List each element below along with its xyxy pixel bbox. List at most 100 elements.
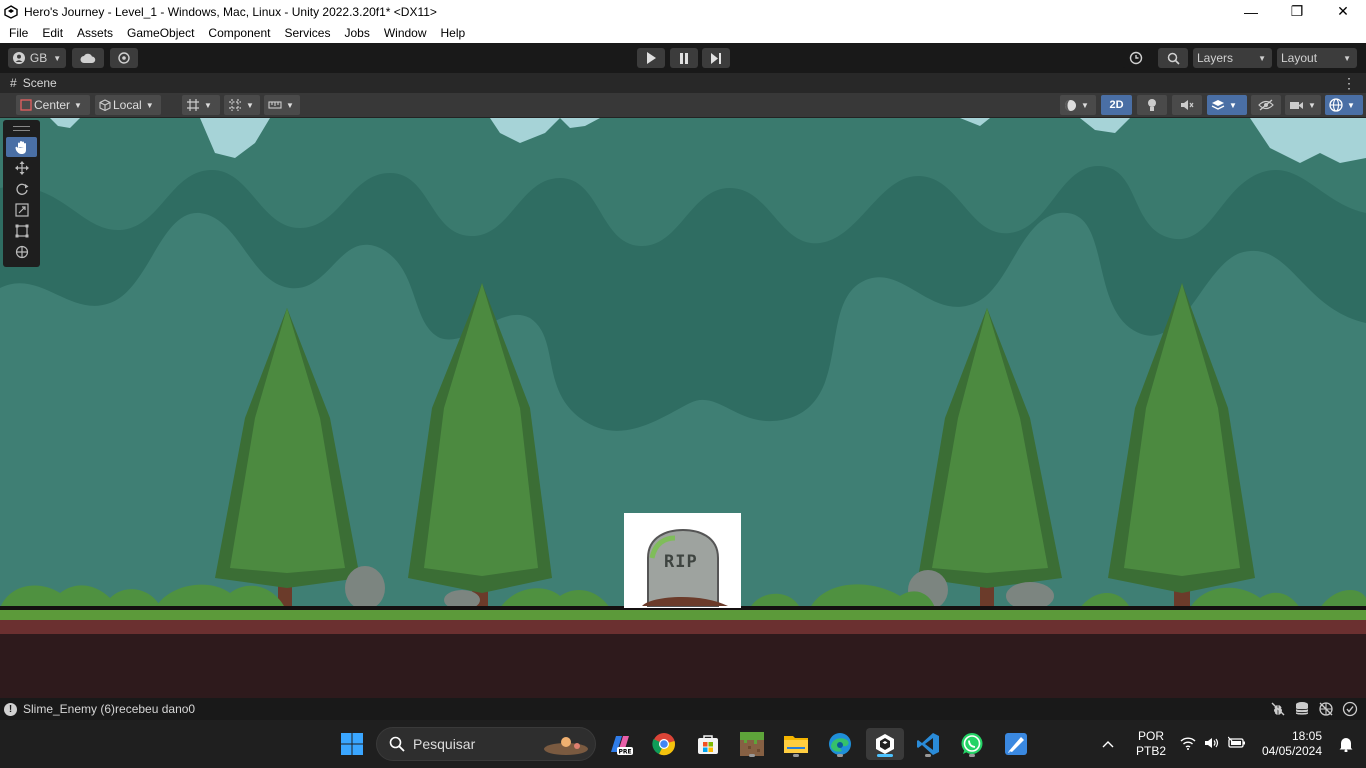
bug-icon[interactable]	[1270, 701, 1286, 717]
layers-label: Layers	[1197, 51, 1234, 65]
tombstone-text: RIP	[664, 552, 698, 572]
transform-tool-button[interactable]	[6, 242, 37, 262]
start-button[interactable]	[336, 728, 368, 760]
undo-history-button[interactable]	[1122, 48, 1150, 68]
speaker-muted-icon	[1181, 100, 1194, 110]
space-label: Local	[113, 98, 142, 112]
keyboard-layout: PTB2	[1136, 744, 1167, 758]
check-circle-icon[interactable]	[1342, 701, 1358, 717]
layers-dropdown[interactable]: Layers ▼	[1193, 48, 1272, 68]
menu-jobs[interactable]: Jobs	[337, 26, 376, 40]
taskbar-clock[interactable]: 18:05 04/05/2024	[1262, 729, 1322, 759]
account-dropdown[interactable]: GB ▼	[8, 48, 66, 68]
grid-snap-icon	[187, 99, 199, 111]
menu-window[interactable]: Window	[377, 26, 434, 40]
menu-component[interactable]: Component	[201, 26, 277, 40]
tray-overflow-button[interactable]	[1096, 728, 1120, 760]
taskbar-explorer-app[interactable]	[780, 728, 812, 760]
notifications-button[interactable]	[1332, 728, 1360, 760]
menu-gameobject[interactable]: GameObject	[120, 26, 201, 40]
pivot-icon	[20, 99, 32, 111]
taskbar-paint-app[interactable]	[1000, 728, 1032, 760]
menu-help[interactable]: Help	[434, 26, 473, 40]
menu-services[interactable]: Services	[277, 26, 337, 40]
space-dropdown[interactable]: Local ▼	[95, 95, 161, 115]
network-icon[interactable]	[1318, 701, 1334, 717]
pivot-dropdown[interactable]: Center ▼	[16, 95, 90, 115]
grid-snapping-button[interactable]: ▼	[182, 95, 220, 115]
grid-visibility-button[interactable]: ▼	[224, 95, 260, 115]
palette-grip[interactable]	[13, 126, 30, 131]
running-indicator	[793, 754, 799, 757]
minimize-button[interactable]: —	[1228, 0, 1274, 23]
scale-tool-button[interactable]	[6, 200, 37, 220]
active-app-indicator	[877, 754, 893, 757]
step-button[interactable]	[702, 48, 730, 68]
chevron-down-icon: ▼	[1229, 100, 1237, 110]
increment-snap-button[interactable]: ▼	[264, 95, 300, 115]
scene-view[interactable]: RIP	[0, 118, 1366, 698]
more-options-icon[interactable]: ⋮	[1342, 75, 1356, 92]
rect-tool-button[interactable]	[6, 221, 37, 241]
scene-tab[interactable]: # Scene ⋮	[0, 73, 1366, 93]
taskbar-edge-app[interactable]	[824, 728, 856, 760]
unity-logo-icon	[876, 734, 894, 754]
taskbar-copilot-app[interactable]: PRE	[604, 728, 636, 760]
cloud-icon	[80, 53, 96, 63]
menu-file[interactable]: File	[2, 26, 35, 40]
tray-status-icons[interactable]	[1180, 736, 1246, 750]
taskbar-store-app[interactable]	[692, 728, 724, 760]
battery-icon	[1228, 736, 1245, 748]
taskbar-unity-app[interactable]	[866, 728, 904, 760]
cloud-button[interactable]	[72, 48, 104, 68]
gizmo-globe-icon	[1329, 98, 1343, 112]
taskbar-vscode-app[interactable]	[912, 728, 944, 760]
layout-dropdown[interactable]: Layout ▼	[1277, 48, 1357, 68]
close-button[interactable]: ✕	[1320, 0, 1366, 23]
play-button[interactable]	[637, 48, 665, 68]
menu-edit[interactable]: Edit	[35, 26, 70, 40]
draw-mode-dropdown[interactable]: ▼	[1060, 95, 1096, 115]
account-label: GB	[29, 51, 48, 65]
account-icon	[12, 52, 25, 64]
menu-assets[interactable]: Assets	[70, 26, 120, 40]
volume-icon	[1205, 738, 1219, 748]
lighting-toggle[interactable]	[1137, 95, 1167, 115]
pause-button[interactable]	[670, 48, 698, 68]
scene-visibility-toggle[interactable]	[1251, 95, 1281, 115]
chevron-up-icon	[1102, 741, 1114, 748]
paint-icon	[1005, 733, 1027, 755]
taskbar-minecraft-app[interactable]	[736, 728, 768, 760]
chevron-down-icon: ▼	[1308, 100, 1316, 110]
camera-dropdown[interactable]: ▼	[1285, 95, 1321, 115]
audio-toggle[interactable]	[1172, 95, 1202, 115]
input-language[interactable]: POR PTB2	[1136, 729, 1166, 759]
taskbar-whatsapp-app[interactable]	[956, 728, 988, 760]
restore-button[interactable]: ❐	[1274, 0, 1320, 23]
grass-block-icon	[740, 732, 764, 756]
ruler-icon	[268, 101, 282, 109]
info-icon: !	[4, 702, 17, 716]
search-placeholder: Pesquisar	[413, 736, 476, 752]
shading-sphere-icon	[1065, 99, 1076, 111]
running-indicator	[837, 754, 843, 757]
unity-logo-icon	[4, 4, 18, 19]
gizmos-dropdown[interactable]: ▼	[1325, 95, 1363, 115]
layout-label: Layout	[1281, 51, 1318, 65]
hand-tool-button[interactable]	[6, 137, 37, 157]
database-icon[interactable]	[1294, 701, 1310, 717]
taskbar-chrome-app[interactable]	[648, 728, 680, 760]
console-last-message: Slime_Enemy (6)recebeu dano0	[23, 702, 196, 716]
console-status-bar[interactable]: ! Slime_Enemy (6)recebeu dano0	[0, 698, 1366, 720]
chevron-down-icon: ▼	[145, 100, 154, 110]
effects-dropdown[interactable]: ▼	[1207, 95, 1247, 115]
cube-icon	[99, 99, 111, 111]
taskbar-search-box[interactable]: Pesquisar	[376, 727, 596, 761]
clock-date: 04/05/2024	[1261, 744, 1322, 758]
main-toolbar: GB ▼ Layers ▼ Layout ▼	[0, 43, 1366, 73]
search-button[interactable]	[1158, 48, 1188, 68]
collab-button[interactable]	[110, 48, 138, 68]
rotate-tool-button[interactable]	[6, 179, 37, 199]
move-tool-button[interactable]	[6, 158, 37, 178]
toggle-2d-button[interactable]: 2D	[1101, 95, 1132, 115]
